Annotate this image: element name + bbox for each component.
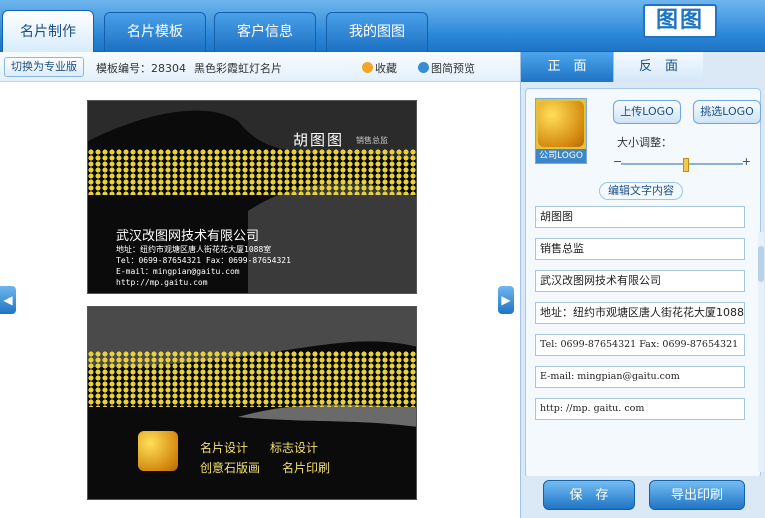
email-field[interactable]: E-mail: mingpian@gaitu.com — [535, 366, 745, 388]
back-text-logo-design[interactable]: 标志设计 — [270, 439, 318, 456]
prev-arrow-icon[interactable]: ◀ — [0, 286, 16, 314]
card-title[interactable]: 销售总监 — [356, 135, 388, 146]
card-company[interactable]: 武汉改图网技术有限公司 — [116, 225, 259, 244]
next-arrow-icon[interactable]: ▶ — [498, 286, 514, 314]
company-logo-thumb[interactable]: 公司LOGO — [535, 98, 587, 164]
card-url[interactable]: http://mp.gaitu.com — [116, 278, 208, 288]
top-header: 名片制作 名片模板 客户信息 我的图图 图图 — [0, 0, 765, 53]
favorite-link[interactable]: 收藏 — [362, 60, 397, 76]
tab-customer-info[interactable]: 客户信息 — [214, 12, 316, 52]
tab-my-tutu[interactable]: 我的图图 — [326, 12, 428, 52]
export-print-button[interactable]: 导出印刷 — [649, 480, 745, 510]
edit-text-label: 编辑文字内容 — [599, 182, 683, 200]
brand-logo: 图图 — [643, 4, 717, 38]
back-text-litho[interactable]: 创意石版画 — [200, 459, 260, 476]
tab-card-templates[interactable]: 名片模板 — [104, 12, 206, 52]
company-field[interactable]: 武汉改图网技术有限公司 — [535, 270, 745, 292]
pick-logo-button[interactable]: 挑选LOGO — [693, 100, 761, 124]
hex-pattern-back — [88, 351, 416, 407]
slider-track — [621, 163, 743, 165]
phone-fax-field[interactable]: Tel: 0699-87654321 Fax: 0699-87654321 — [535, 334, 745, 356]
tab-back[interactable]: 反 面 — [613, 52, 703, 82]
preview-label: 图简预览 — [431, 62, 475, 75]
card-back[interactable]: 名片设计 标志设计 创意石版画 名片印刷 — [87, 306, 417, 500]
plus-icon[interactable]: + — [742, 155, 751, 168]
url-field[interactable]: http: //mp. gaitu. com — [535, 398, 745, 420]
favorite-label: 收藏 — [375, 62, 397, 75]
edit-panel: 正 面 反 面 公司LOGO 上传LOGO 挑选LOGO 大小调整： − + 编… — [520, 52, 765, 518]
template-number: 模板编号：28304 — [96, 62, 186, 75]
size-slider[interactable]: − + — [613, 155, 751, 172]
action-bar: 保 存 导出印刷 — [521, 476, 765, 518]
logo-mark-icon — [138, 431, 178, 471]
toolbar: 切换为专业版 模板编号：28304 黑色彩霞虹灯名片 收藏 图简预览 — [0, 52, 520, 82]
preview-link[interactable]: 图简预览 — [418, 60, 475, 76]
upload-logo-button[interactable]: 上传LOGO — [613, 100, 681, 124]
name-field[interactable]: 胡图图 — [535, 206, 745, 228]
back-text-card-design[interactable]: 名片设计 — [200, 439, 248, 456]
card-address[interactable]: 地址：纽约市观塘区唐人街花花大厦1088室 — [116, 245, 271, 255]
hex-pattern — [88, 149, 416, 195]
logo-preview-icon — [538, 101, 584, 147]
card-name[interactable]: 胡图图 — [293, 129, 344, 150]
side-tabs: 正 面 反 面 — [521, 52, 765, 82]
card-front[interactable]: 胡图图 销售总监 武汉改图网技术有限公司 地址：纽约市观塘区唐人街花花大厦108… — [87, 100, 417, 294]
star-icon — [362, 62, 373, 73]
design-canvas: ◀ ▶ 胡图图 销售总监 武汉改图网技术有限公司 地址：纽约市观塘区唐人街花花大… — [0, 82, 520, 518]
card-phone-fax[interactable]: Tel：0699-87654321 Fax：0699-87654321 — [116, 256, 291, 266]
title-field[interactable]: 销售总监 — [535, 238, 745, 260]
card-email[interactable]: E-mail：mingpian@gaitu.com — [116, 267, 240, 277]
minus-icon[interactable]: − — [613, 155, 622, 168]
size-label: 大小调整： — [617, 136, 672, 149]
switch-pro-button[interactable]: 切换为专业版 — [4, 57, 84, 77]
address-field[interactable]: 地址：纽约市观塘区唐人街花花大厦1088室 — [535, 302, 745, 324]
logo-caption: 公司LOGO — [536, 149, 586, 163]
scrollbar-thumb[interactable] — [758, 246, 764, 282]
tab-card-make[interactable]: 名片制作 — [2, 10, 94, 53]
slider-handle[interactable] — [683, 158, 689, 172]
preview-icon — [418, 62, 429, 73]
save-button[interactable]: 保 存 — [543, 480, 635, 510]
template-name: 黑色彩霞虹灯名片 — [194, 62, 282, 75]
back-text-card-print[interactable]: 名片印刷 — [282, 459, 330, 476]
tab-front[interactable]: 正 面 — [521, 52, 613, 82]
fields-scrollbar[interactable] — [758, 232, 764, 472]
